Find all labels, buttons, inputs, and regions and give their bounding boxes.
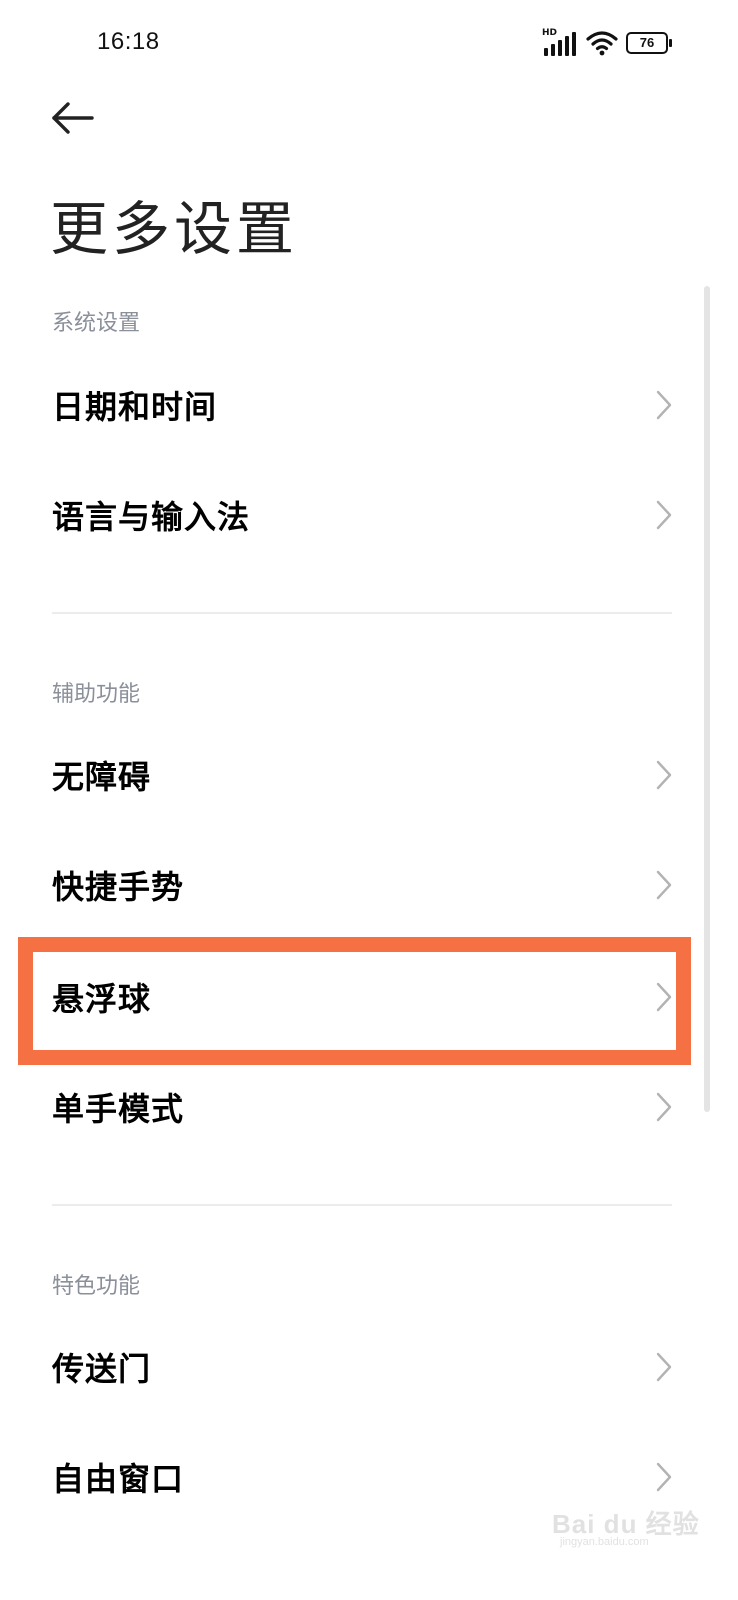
section-header-system: 系统设置 <box>52 311 141 336</box>
status-bar: 16:18 HD 76 <box>0 0 738 86</box>
row-label: 日期和时间 <box>52 388 218 426</box>
row-quick-gestures[interactable]: 快捷手势 <box>0 830 700 940</box>
signal-icon: HD <box>542 28 578 56</box>
wifi-icon <box>586 31 618 56</box>
chevron-right-icon <box>656 870 672 900</box>
row-label: 悬浮球 <box>52 980 152 1018</box>
page-title: 更多设置 <box>50 195 299 263</box>
section-divider <box>52 612 672 614</box>
section-header-features: 特色功能 <box>52 1274 141 1299</box>
chevron-right-icon <box>656 1352 672 1382</box>
row-one-handed-mode[interactable]: 单手模式 <box>0 1052 700 1162</box>
section-header-accessibility: 辅助功能 <box>52 682 141 707</box>
row-label: 快捷手势 <box>52 868 185 906</box>
row-accessibility[interactable]: 无障碍 <box>0 720 700 830</box>
status-time: 16:18 <box>97 28 160 55</box>
battery-level: 76 <box>639 35 655 50</box>
back-button[interactable] <box>46 96 102 140</box>
baidu-watermark: Bai du 经验 jingyan.baidu.com <box>552 1490 732 1550</box>
settings-page: 16:18 HD 76 更多设置 系统设置 日期和时间 语言与输入法 辅助功能 … <box>0 0 738 1600</box>
scrollbar[interactable] <box>704 286 710 1112</box>
status-icons: HD 76 <box>542 28 672 58</box>
chevron-right-icon <box>656 1092 672 1122</box>
row-date-time[interactable]: 日期和时间 <box>0 350 700 460</box>
watermark-subtext: jingyan.baidu.com <box>560 1536 649 1548</box>
row-label: 自由窗口 <box>52 1460 185 1498</box>
row-label: 单手模式 <box>52 1090 185 1128</box>
chevron-right-icon <box>656 982 672 1012</box>
chevron-right-icon <box>656 500 672 530</box>
back-arrow-icon <box>52 102 94 134</box>
row-label: 传送门 <box>52 1350 152 1388</box>
row-language-input[interactable]: 语言与输入法 <box>0 460 700 570</box>
chevron-right-icon <box>656 1462 672 1492</box>
network-type-label: HD <box>542 28 558 38</box>
chevron-right-icon <box>656 390 672 420</box>
section-divider <box>52 1204 672 1206</box>
row-label: 语言与输入法 <box>52 498 251 536</box>
row-floating-ball[interactable]: 悬浮球 <box>0 942 700 1052</box>
chevron-right-icon <box>656 760 672 790</box>
row-portal[interactable]: 传送门 <box>0 1312 700 1422</box>
battery-icon: 76 <box>626 32 672 54</box>
row-label: 无障碍 <box>52 758 152 796</box>
